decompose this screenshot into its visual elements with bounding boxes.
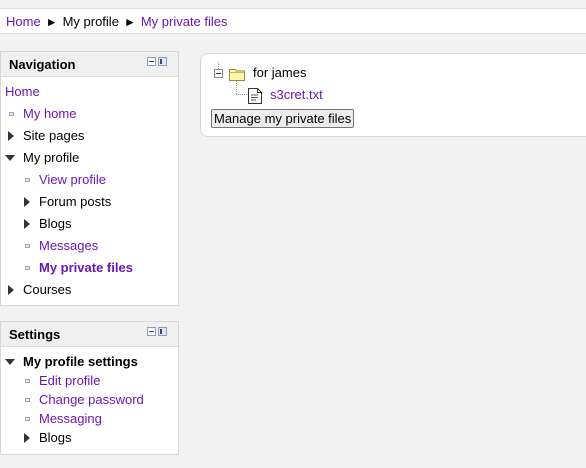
settings-block: Settings My profile settings Edit profil… <box>0 321 179 455</box>
bullet-icon <box>25 178 30 182</box>
tree-collapse-icon[interactable] <box>214 69 223 78</box>
manage-private-files-button[interactable]: Manage my private files <box>211 109 355 128</box>
dock-block-icon[interactable] <box>158 57 167 66</box>
tree-line <box>236 80 237 94</box>
nav-my-home-link[interactable]: My home <box>23 104 76 124</box>
nav-view-profile-link[interactable]: View profile <box>39 170 106 190</box>
breadcrumb-separator: ► <box>45 15 58 29</box>
nav-my-profile-label[interactable]: My profile <box>23 148 79 168</box>
bullet-icon <box>25 417 30 421</box>
tree-line <box>236 94 247 95</box>
nav-courses-label[interactable]: Courses <box>23 280 71 300</box>
navigation-block-title: Navigation <box>9 57 76 72</box>
settings-messaging-link[interactable]: Messaging <box>39 409 102 429</box>
nav-site-pages-label[interactable]: Site pages <box>23 126 84 146</box>
private-files-panel: for james s3cret.txt Manage my private f… <box>200 53 586 137</box>
breadcrumb: Home ► My profile ► My private files <box>0 8 586 34</box>
bullet-icon <box>9 112 14 116</box>
navigation-block-header: Navigation <box>1 52 178 77</box>
expand-arrow-icon[interactable] <box>24 219 30 229</box>
nav-messages-link[interactable]: Messages <box>39 236 98 256</box>
expand-arrow-icon[interactable] <box>8 285 14 295</box>
expand-arrow-icon[interactable] <box>24 433 30 443</box>
breadcrumb-home-link[interactable]: Home <box>6 14 41 29</box>
settings-block-header: Settings <box>1 322 178 347</box>
block-controls <box>147 57 168 67</box>
collapse-arrow-icon[interactable] <box>5 359 15 365</box>
nav-forum-posts-label[interactable]: Forum posts <box>39 192 111 212</box>
settings-my-profile-settings-label[interactable]: My profile settings <box>23 352 138 372</box>
breadcrumb-current-link[interactable]: My private files <box>141 14 228 29</box>
bullet-icon <box>25 379 30 383</box>
folder-name[interactable]: for james <box>253 65 306 80</box>
expand-arrow-icon[interactable] <box>24 197 30 207</box>
nav-blogs-label[interactable]: Blogs <box>39 214 72 234</box>
collapse-arrow-icon[interactable] <box>5 155 15 161</box>
nav-home-link[interactable]: Home <box>5 82 40 102</box>
block-controls <box>147 327 168 337</box>
settings-change-password-link[interactable]: Change password <box>39 390 144 410</box>
tree-line <box>218 62 219 69</box>
folder-icon <box>229 69 245 81</box>
settings-block-title: Settings <box>9 327 61 342</box>
navigation-block: Navigation Home My home Site pages My pr… <box>0 51 179 306</box>
bullet-icon <box>25 266 30 270</box>
settings-edit-profile-link[interactable]: Edit profile <box>39 371 100 391</box>
collapse-block-icon[interactable] <box>147 327 156 336</box>
breadcrumb-profile: My profile <box>62 14 119 29</box>
nav-my-private-files-link[interactable]: My private files <box>39 258 133 278</box>
expand-arrow-icon[interactable] <box>8 131 14 141</box>
text-file-icon <box>248 88 262 104</box>
settings-blogs-label[interactable]: Blogs <box>39 428 72 448</box>
collapse-block-icon[interactable] <box>147 57 156 66</box>
breadcrumb-separator: ► <box>123 15 136 29</box>
dock-block-icon[interactable] <box>158 327 167 336</box>
file-link[interactable]: s3cret.txt <box>270 87 323 102</box>
bullet-icon <box>25 244 30 248</box>
bullet-icon <box>25 398 30 402</box>
